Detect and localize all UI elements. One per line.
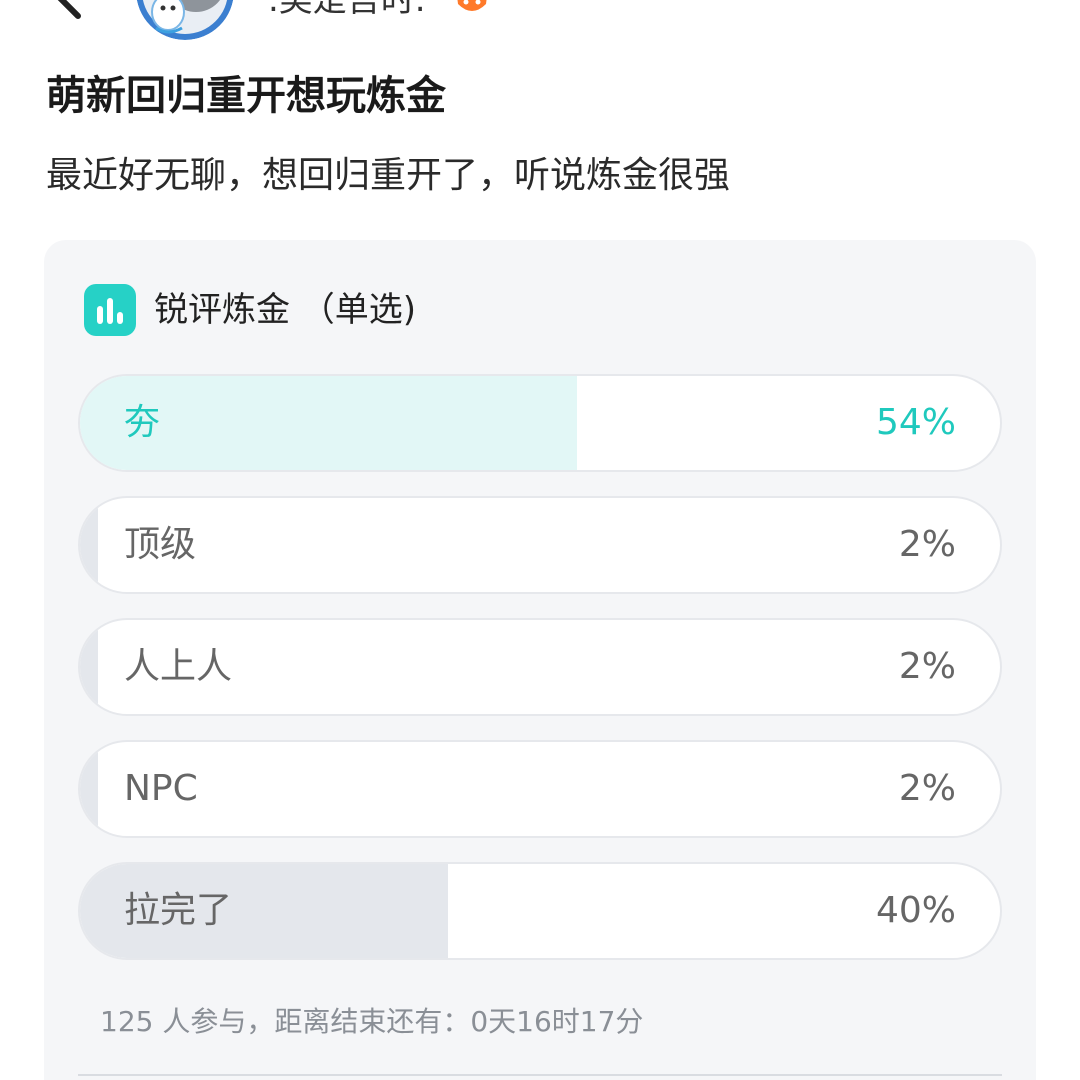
avatar[interactable] [136, 0, 234, 40]
poll-header: 锐评炼金 （单选) [84, 284, 416, 336]
chevron-left-icon [57, 0, 81, 19]
post-detail-page: .美是吾时. 萌新回归重开想玩炼金 最近好无聊，想回归重开了，听说炼金很强 锐评… [0, 0, 1080, 1080]
poll-option-percent: 2% [898, 768, 956, 809]
back-button[interactable] [40, 0, 100, 26]
poll-option-percent: 54% [875, 402, 956, 443]
author-name[interactable]: .美是吾时. [268, 0, 426, 22]
avatar-image [136, 0, 234, 40]
more-button[interactable] [990, 0, 1026, 20]
poll-option-progress [80, 620, 99, 714]
poll-option-percent: 40% [875, 890, 956, 931]
poll-card: 锐评炼金 （单选) 夯 54% 顶级 2% 人上人 2% NPC 2% 拉完了 40% 125 人… [44, 240, 1036, 1080]
poll-option-percent: 2% [898, 646, 956, 687]
poll-options: 夯 54% 顶级 2% 人上人 2% NPC 2% 拉完了 40% [78, 374, 1002, 984]
poll-status: 125 人参与，距离结束还有：0天16时17分 [100, 1005, 644, 1038]
poll-option[interactable]: 顶级 2% [78, 496, 1002, 594]
poll-option-progress [80, 742, 99, 836]
poll-option[interactable]: 拉完了 40% [78, 862, 1002, 960]
poll-option-label: 顶级 [124, 524, 197, 565]
post-title: 萌新回归重开想玩炼金 [46, 73, 446, 119]
top-bar: .美是吾时. [0, 0, 1080, 44]
poll-option-label: 人上人 [124, 646, 233, 687]
bar-chart-icon [84, 284, 136, 336]
poll-option-label: 拉完了 [124, 890, 233, 931]
poll-option[interactable]: NPC 2% [78, 740, 1002, 838]
poll-option[interactable]: 夯 54% [78, 374, 1002, 472]
poll-option-label: NPC [124, 768, 198, 809]
fox-badge-icon [457, 0, 487, 11]
poll-option[interactable]: 人上人 2% [78, 618, 1002, 716]
poll-option-percent: 2% [898, 524, 956, 565]
post-body: 最近好无聊，想回归重开了，听说炼金很强 [46, 155, 731, 196]
poll-title: 锐评炼金 （单选) [154, 290, 417, 330]
poll-option-label: 夯 [124, 402, 161, 443]
poll-option-progress [80, 498, 99, 592]
divider [78, 1074, 1002, 1076]
more-vertical-icon [990, 0, 1026, 20]
